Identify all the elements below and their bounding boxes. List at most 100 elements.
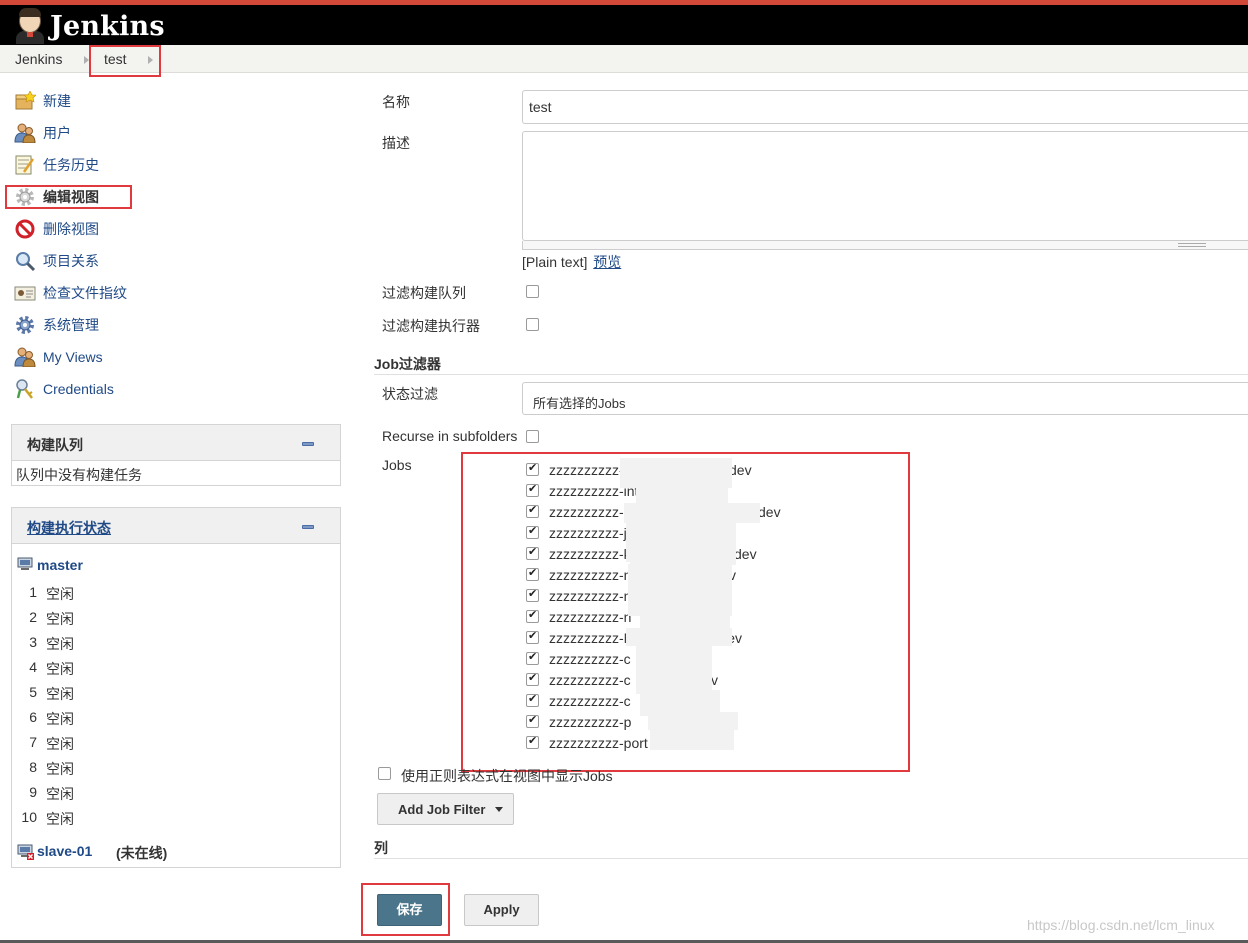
section-divider [374,374,1248,375]
highlight-box [5,185,132,209]
executor-status: 空闲 [46,811,74,827]
slave-node-link[interactable]: slave-01 [37,843,92,859]
executor-status-title[interactable]: 构建执行状态 [27,518,111,538]
task-label[interactable]: 删除视图 [43,219,99,239]
users-icon [14,122,36,144]
add-job-filter-label: Add Job Filter [398,802,486,817]
task-build-history[interactable]: 任务历史 [14,154,99,176]
build-queue-empty: 队列中没有构建任务 [16,467,142,483]
task-label[interactable]: 项目关系 [43,251,99,271]
regex-checkbox[interactable] [378,767,391,780]
notepad-icon [14,154,36,176]
executor-status: 空闲 [46,711,74,727]
task-label[interactable]: 新建 [43,91,71,111]
highlight-box [361,883,450,936]
build-queue-pane: 构建队列 队列中没有构建任务 [11,424,341,486]
filter-queue-checkbox[interactable] [526,285,539,298]
task-label[interactable]: 系统管理 [43,315,99,335]
page-header: Jenkins [0,5,1248,45]
executor-number: 5 [29,684,37,700]
task-label[interactable]: 检查文件指纹 [43,283,127,303]
collapse-icon[interactable] [302,442,314,446]
executor-number: 8 [29,759,37,775]
task-label[interactable]: 任务历史 [43,155,99,175]
executor-number: 4 [29,659,37,675]
logo-text: Jenkins [50,10,165,42]
highlight-box [89,45,161,77]
name-label: 名称 [382,94,410,110]
task-label[interactable]: 用户 [43,123,71,143]
preview-link[interactable]: 预览 [593,254,621,270]
offline-computer-icon [17,843,35,864]
executor-status: 空闲 [46,636,74,652]
task-my-views[interactable]: My Views [14,346,103,368]
master-node-link[interactable]: master [37,557,83,573]
chevron-down-icon [495,807,503,812]
executor-status-header: 构建执行状态 [12,508,340,544]
task-project-relationship[interactable]: 项目关系 [14,250,99,272]
build-queue-title: 构建队列 [27,437,83,453]
slave-node-status: (未在线) [116,845,168,861]
executor-status: 空闲 [46,661,74,677]
task-credentials[interactable]: Credentials [14,378,114,400]
executor-status: 空闲 [46,786,74,802]
task-label[interactable]: My Views [43,349,103,365]
build-queue-header: 构建队列 [12,425,340,461]
no-entry-icon [14,218,36,240]
section-divider [374,858,1248,859]
executor-number: 2 [29,609,37,625]
task-new-item[interactable]: 新建 [14,90,71,112]
executor-status: 空闲 [46,586,74,602]
task-delete-view[interactable]: 删除视图 [14,218,99,240]
keys-icon [14,378,36,400]
jenkins-butler-icon [14,8,46,44]
breadcrumb-jenkins[interactable]: Jenkins [15,51,62,67]
executor-number: 9 [29,784,37,800]
gear-icon [14,314,36,336]
collapse-icon[interactable] [302,525,314,529]
executor-status: 空闲 [46,736,74,752]
executor-number: 3 [29,634,37,650]
columns-section-title: 列 [374,840,388,856]
description-textarea[interactable] [522,131,1248,241]
executor-number: 1 [29,584,37,600]
executor-status: 空闲 [46,611,74,627]
description-format: [Plain text] 预览 [522,252,621,272]
name-input-value: test [529,99,552,115]
breadcrumb: Jenkins test [0,45,1248,73]
recurse-checkbox[interactable] [526,430,539,443]
executor-status: 空闲 [46,686,74,702]
status-filter-value: 所有选择的Jobs [533,396,626,411]
apply-button[interactable]: Apply [464,894,539,926]
plain-text-label: [Plain text] [522,254,588,270]
description-label: 描述 [382,135,410,151]
task-label[interactable]: Credentials [43,381,114,397]
add-job-filter-button[interactable]: Add Job Filter [377,793,514,825]
filter-queue-label: 过滤构建队列 [382,285,466,301]
status-filter-label: 状态过滤 [382,386,438,402]
watermark: https://blog.csdn.net/lcm_linux [1027,917,1215,933]
jobs-label: Jobs [382,457,412,473]
computer-icon [17,556,33,575]
executor-number: 6 [29,709,37,725]
jenkins-logo[interactable]: Jenkins [14,8,165,44]
name-input[interactable]: test [522,90,1248,124]
users-icon [14,346,36,368]
new-item-icon [14,90,36,112]
fingerprint-icon [14,282,36,304]
highlight-box [461,452,910,772]
recurse-label: Recurse in subfolders [382,428,518,444]
textarea-resize-grip[interactable] [522,241,1248,250]
job-filter-section-title: Job过滤器 [374,356,441,372]
filter-executors-checkbox[interactable] [526,318,539,331]
executor-number: 10 [21,809,37,825]
executor-status: 空闲 [46,761,74,777]
filter-executors-label: 过滤构建执行器 [382,318,480,334]
regex-label: 使用正则表达式在视图中显示Jobs [401,768,613,784]
status-filter-select[interactable]: 所有选择的Jobs [522,382,1248,415]
magnifier-icon [14,250,36,272]
executor-number: 7 [29,734,37,750]
task-manage-jenkins[interactable]: 系统管理 [14,314,99,336]
task-fingerprint[interactable]: 检查文件指纹 [14,282,127,304]
task-users[interactable]: 用户 [14,122,71,144]
